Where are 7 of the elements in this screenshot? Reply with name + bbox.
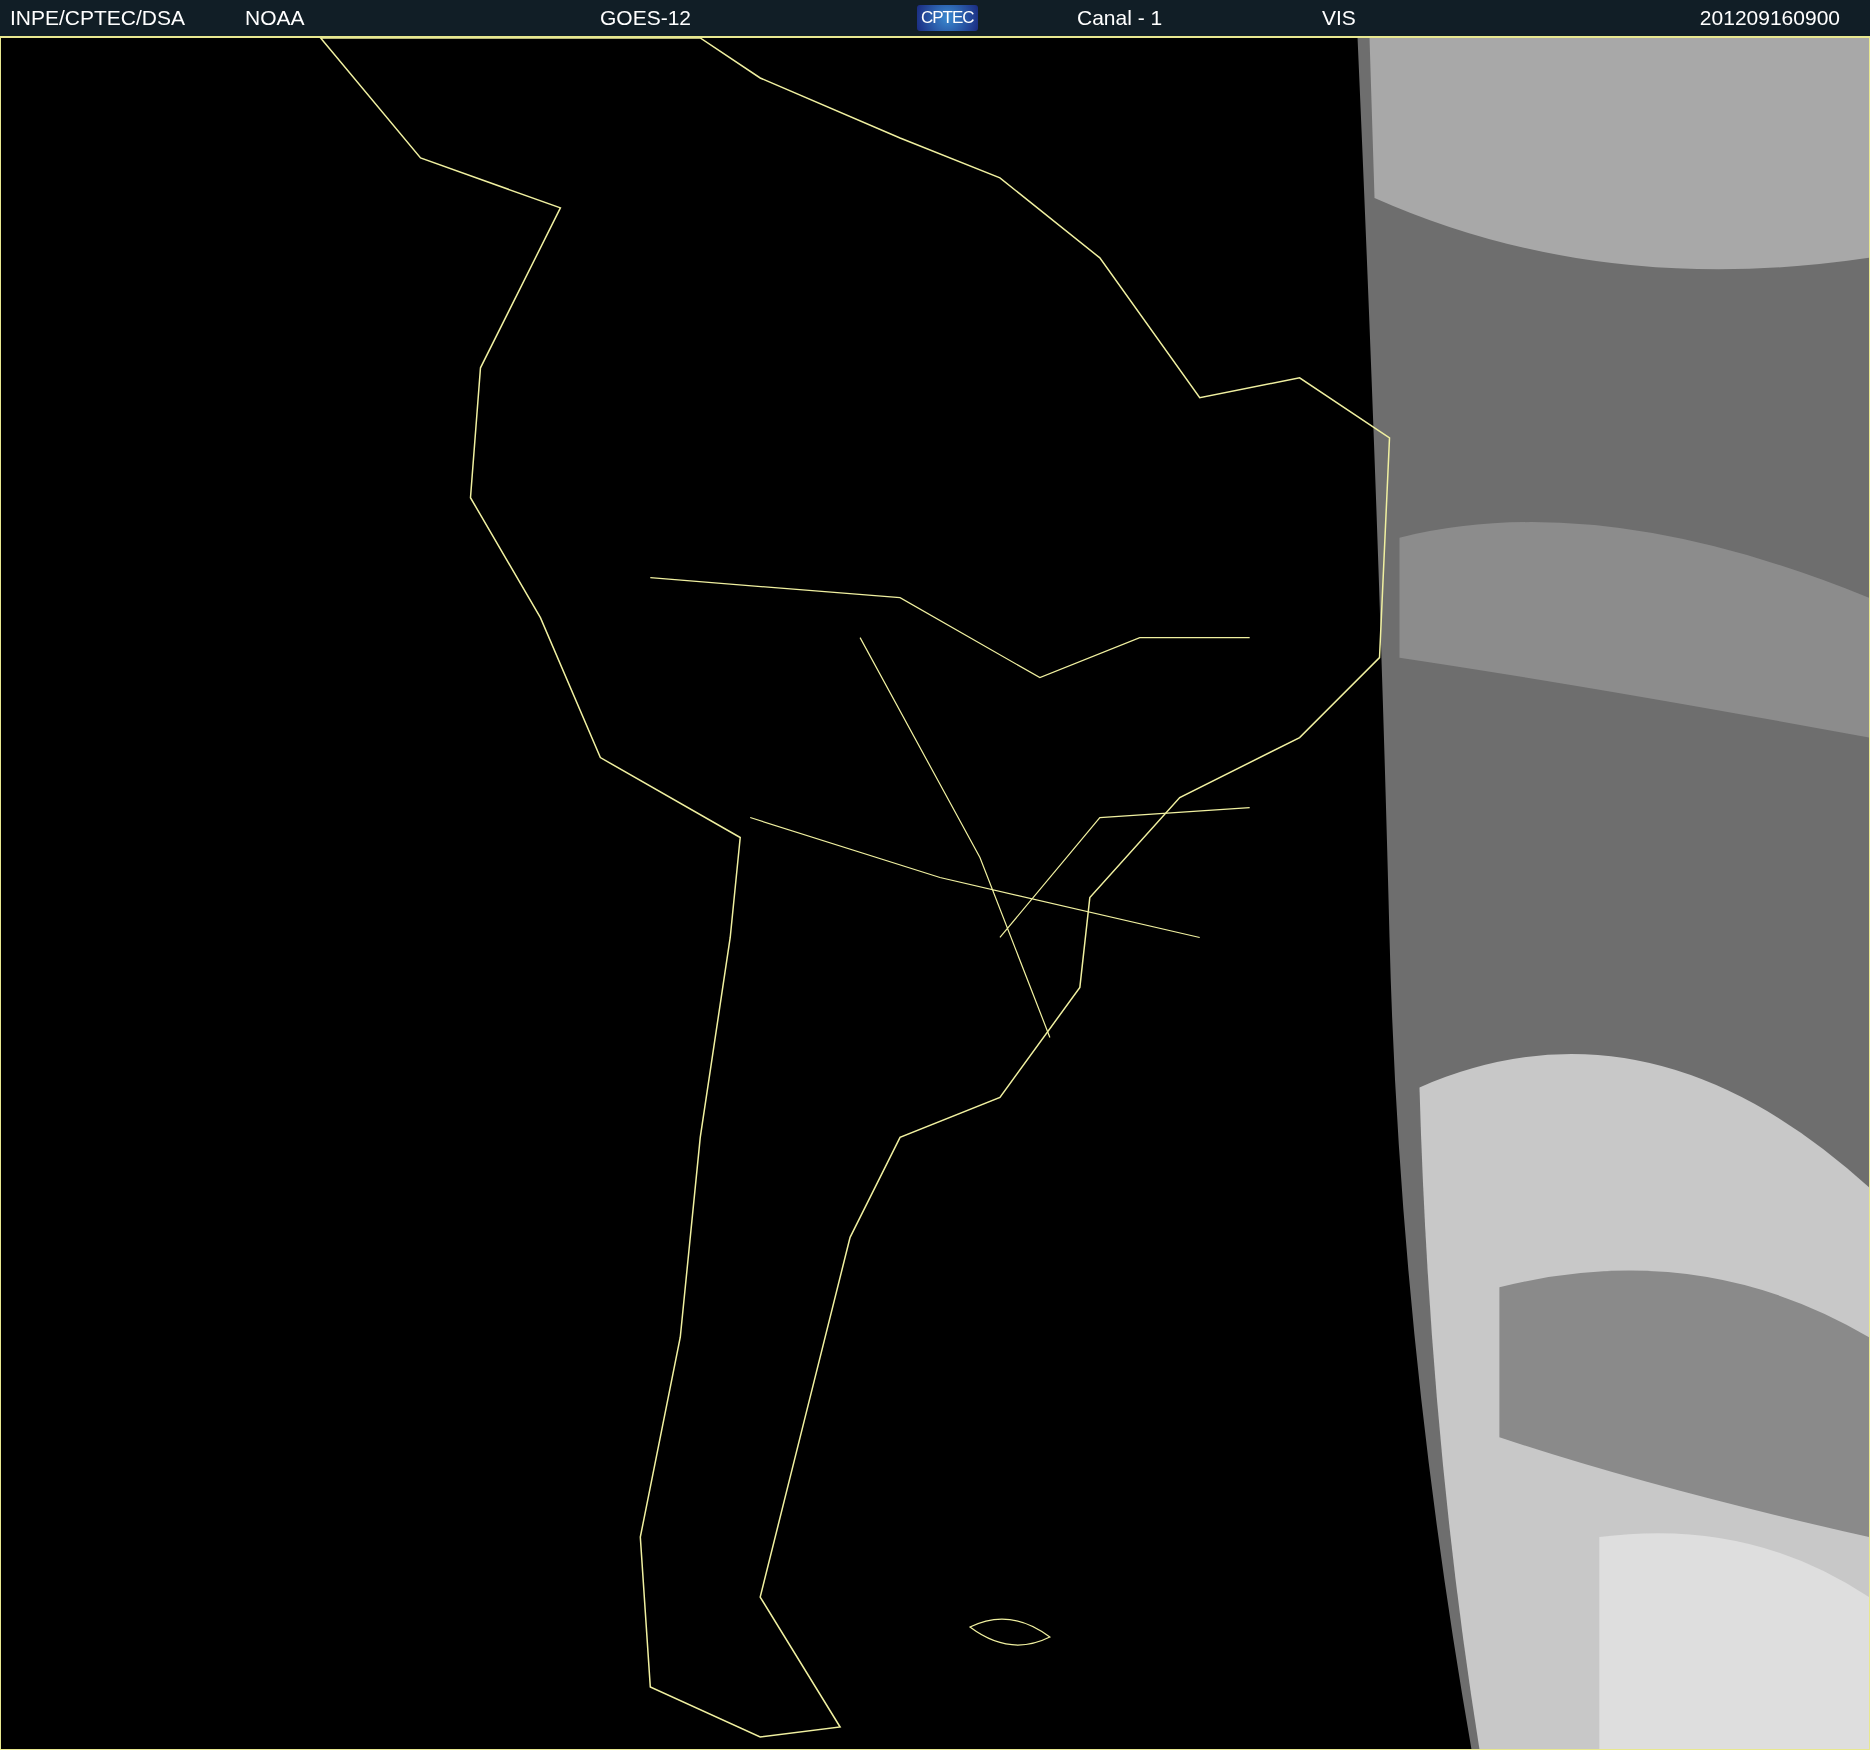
header-label: NOAA (245, 6, 305, 30)
header-label: INPE/CPTEC/DSA (10, 6, 186, 30)
header-label: GOES-12 (600, 6, 692, 30)
logo: CPTEC (917, 5, 978, 31)
header-label: 201209160900 (1699, 6, 1840, 30)
header-label: VIS (1322, 6, 1356, 30)
header-label: Canal - 1 (1077, 6, 1163, 30)
